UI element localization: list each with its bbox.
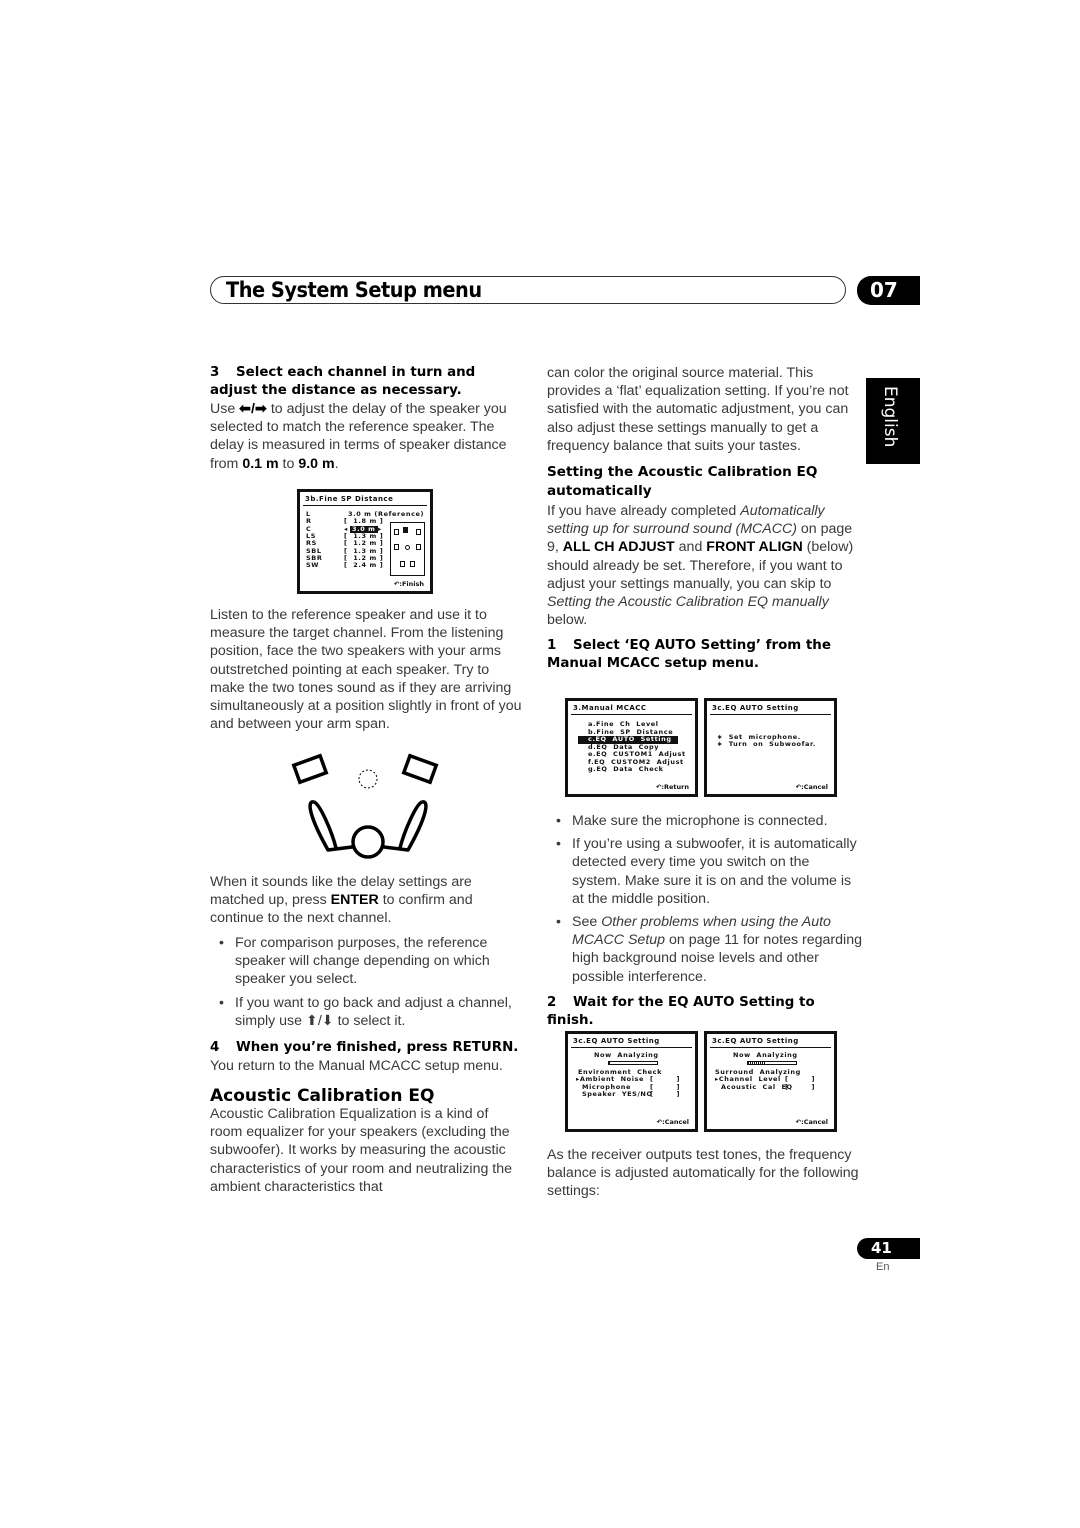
osd-footer: ↶:Return xyxy=(655,783,689,791)
left-speaker-icon xyxy=(291,753,329,785)
progress-bar xyxy=(608,1061,658,1065)
step-2-heading: 2 Wait for the EQ AUTO Setting to finish. xyxy=(547,994,815,1028)
page-number: 41 xyxy=(857,1238,920,1259)
list-item: See Other problems when using the Auto M… xyxy=(547,913,862,986)
right-column: can color the original source material. … xyxy=(547,364,857,673)
osd-footer: ↶:Cancel xyxy=(795,783,828,791)
list-item: If you’re using a subwoofer, it is autom… xyxy=(547,835,862,908)
step-4-heading: 4 When you’re finished, press RETURN. xyxy=(210,1039,519,1055)
osd-check-row: Acoustic Cal EQ xyxy=(721,1082,793,1091)
osd-footer: ↶:Cancel xyxy=(795,1118,828,1126)
left-column-lower: When it sounds like the delay settings a… xyxy=(210,873,522,1196)
test-tones-paragraph: As the receiver outputs test tones, the … xyxy=(547,1147,859,1200)
right-column-mid: Make sure the microphone is connected. I… xyxy=(547,812,862,1030)
osd-check-result: [ ] xyxy=(785,1082,816,1091)
osd-title: 3c.EQ AUTO Setting xyxy=(712,1037,799,1045)
osd-title: 3.Manual MCACC xyxy=(573,704,647,712)
osd-fine-sp-distance: 3b.Fine SP Distance L 3.0 m (Reference) R[… xyxy=(297,489,433,594)
link-manual-eq[interactable]: Setting the Acoustic Calibration EQ manu… xyxy=(547,594,829,610)
osd-line: ∗ Turn on Subwoofar. xyxy=(717,740,816,748)
right-speaker-icon xyxy=(401,753,439,785)
list-item: If you want to go back and adjust a chan… xyxy=(210,994,522,1030)
osd-analyzing-surround: 3c.EQ AUTO Setting Now Analyzing Surroun… xyxy=(704,1031,837,1132)
osd-channel-label: SW xyxy=(306,561,320,570)
osd-status: Now Analyzing xyxy=(594,1051,659,1059)
osd-status: Now Analyzing xyxy=(733,1051,798,1059)
osd-eq-auto-setting: 3c.EQ AUTO Setting ∗ Set microphone. ∗ T… xyxy=(704,698,837,797)
osd-title: 3b.Fine SP Distance xyxy=(305,495,394,503)
prerequisite-paragraph: If you have already completed Automatica… xyxy=(547,503,854,629)
listening-position-diagram xyxy=(291,753,439,859)
osd-footer: ↶:Finish xyxy=(393,580,424,588)
subsection-title: Setting the Acoustic Calibration EQ auto… xyxy=(547,464,818,500)
step-3-body: Use ⬅/➡ to adjust the delay of the speak… xyxy=(210,401,507,472)
left-column: 3 Select each channel in turn and adjust … xyxy=(210,364,522,473)
right-column-lower: As the receiver outputs test tones, the … xyxy=(547,1146,862,1201)
language-code: En xyxy=(876,1261,890,1273)
chapter-number: 07 xyxy=(857,276,920,305)
osd-title: 3c.EQ AUTO Setting xyxy=(712,704,799,712)
step-3-heading: 3 Select each channel in turn and adjust … xyxy=(210,365,476,398)
section-title: Acoustic Calibration EQ xyxy=(210,1085,435,1106)
speaker-layout-icon xyxy=(390,522,425,576)
osd-check-row: Speaker YES/NO xyxy=(582,1090,653,1098)
language-tab: English xyxy=(866,378,920,464)
step-4-body: You return to the Manual MCACC setup men… xyxy=(210,1057,503,1074)
osd-analyzing-environment: 3c.EQ AUTO Setting Now Analyzing Environ… xyxy=(565,1031,698,1132)
language-label: English xyxy=(880,386,900,448)
left-right-arrows-icon: ⬅/➡ xyxy=(239,401,267,417)
osd-title: 3c.EQ AUTO Setting xyxy=(573,1037,660,1045)
step-1-heading: 1 Select ‘EQ AUTO Setting’ from the Manua… xyxy=(547,638,831,672)
osd-manual-mcacc: 3.Manual MCACC a.Fine Ch Level b.Fine SP … xyxy=(565,698,698,797)
osd-check-result: [ ] xyxy=(650,1090,681,1098)
acoustic-eq-paragraph: Acoustic Calibration Equalization is a k… xyxy=(210,1106,513,1195)
osd-footer: ↶:Cancel xyxy=(656,1118,689,1126)
progress-bar xyxy=(747,1061,797,1065)
listen-paragraph: Listen to the reference speaker and use … xyxy=(210,607,522,733)
osd-menu-item: g.EQ Data Check xyxy=(588,765,664,773)
list-item: For comparison purposes, the reference s… xyxy=(210,934,522,989)
listener-icon xyxy=(308,800,428,859)
right-intro-paragraph: can color the original source material. … xyxy=(547,365,849,454)
page-title: The System Setup menu xyxy=(226,278,482,302)
phantom-center-icon xyxy=(358,769,378,789)
enter-paragraph: When it sounds like the delay settings a… xyxy=(210,874,473,927)
list-item: Make sure the microphone is connected. xyxy=(547,812,862,830)
osd-channel-value: [ 2.4 m ] xyxy=(344,561,384,570)
